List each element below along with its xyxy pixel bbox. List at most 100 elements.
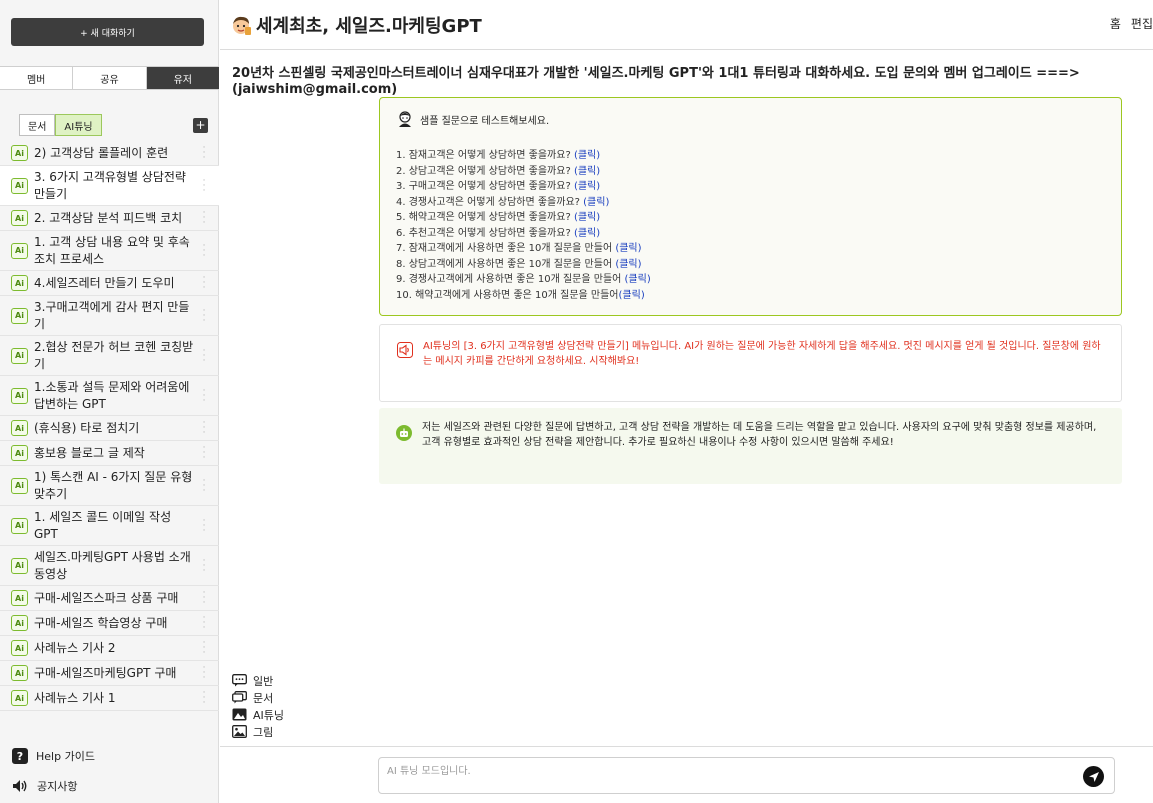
- question-click-link[interactable]: (클릭): [615, 243, 641, 254]
- ai-icon: Ai: [11, 275, 28, 291]
- megaphone-icon: [397, 342, 413, 358]
- assistant-message-text: 저는 세일즈와 관련된 다양한 질문에 답변하고, 고객 상담 전략을 개발하는…: [422, 422, 1097, 448]
- mode-ai-tuning[interactable]: AI튜닝: [232, 706, 284, 723]
- sidebar-item[interactable]: Ai 2. 고객상담 분석 피드백 코치 · · ·: [0, 206, 219, 231]
- question-click-link[interactable]: (클릭): [574, 150, 600, 161]
- more-options-icon[interactable]: · · ·: [201, 556, 207, 575]
- notice-link[interactable]: 공지사항: [12, 778, 77, 794]
- tab-share[interactable]: 공유: [73, 67, 147, 89]
- sidebar-item-label: 2) 고객상담 롤플레이 훈련: [34, 145, 169, 160]
- sidebar-item-label: 구매-세일즈마케팅GPT 구매: [34, 665, 177, 680]
- more-options-icon[interactable]: · · ·: [201, 614, 207, 633]
- app-title: 세계최초, 세일즈.마케팅GPT: [256, 16, 482, 37]
- sidebar-item[interactable]: Ai 4.세일즈레터 만들기 도우미 · · ·: [0, 271, 219, 296]
- question-click-link[interactable]: (클릭): [574, 228, 600, 239]
- question-text: 7. 잠재고객에게 사용하면 좋은 10개 질문을 만들어: [396, 243, 613, 254]
- mode-label: AI튜닝: [253, 708, 285, 722]
- more-options-icon[interactable]: · · ·: [201, 386, 207, 405]
- sidebar-item[interactable]: Ai 구매-세일즈 학습영상 구매 · · ·: [0, 611, 219, 636]
- notice-label: 공지사항: [37, 780, 78, 793]
- tab-member[interactable]: 멤버: [0, 67, 74, 89]
- more-options-icon[interactable]: · · ·: [201, 444, 207, 463]
- sidebar-item-label: 사례뉴스 기사 1: [34, 690, 116, 705]
- question-text: 2. 상담고객은 어떻게 상담하면 좋을까요?: [396, 165, 571, 177]
- question-click-link[interactable]: (클릭): [583, 197, 609, 208]
- subtab-ai-tuning[interactable]: AI튜닝: [55, 114, 102, 136]
- ai-icon: Ai: [11, 307, 28, 324]
- help-guide-link[interactable]: ? Help 가이드: [12, 748, 95, 764]
- more-options-icon[interactable]: · · ·: [201, 419, 207, 438]
- more-options-icon[interactable]: · · ·: [201, 664, 207, 683]
- more-options-icon[interactable]: · · ·: [201, 346, 207, 365]
- sidebar-item-label: (휴식용) 타로 점치기: [34, 420, 140, 435]
- ai-icon: Ai: [11, 517, 28, 534]
- assistant-message: 저는 세일즈와 관련된 다양한 질문에 답변하고, 고객 상담 전략을 개발하는…: [379, 408, 1122, 484]
- character-logo-icon: [233, 16, 251, 35]
- sidebar-item-selected[interactable]: Ai 3. 6가지 고객유형별 상담전략 만들기 · · ·: [0, 166, 219, 206]
- question-text: 5. 해약고객은 어떻게 상담하면 좋을까요?: [396, 212, 571, 223]
- sidebar-item[interactable]: Ai 1. 세일즈 콜드 이메일 작성 GPT · · ·: [0, 506, 219, 546]
- sidebar-item-label: 세일즈.마케팅GPT 사용법 소개 동영상: [34, 549, 191, 581]
- help-guide-label: Help 가이드: [36, 750, 95, 763]
- chat-bubble-icon: [232, 674, 247, 687]
- sidebar-item[interactable]: Ai 1.소통과 설득 문제와 어려움에 답변하는 GPT · · ·: [0, 376, 219, 416]
- send-icon: [1088, 771, 1099, 782]
- ai-tuning-icon: [232, 708, 247, 721]
- sample-question: 4. 경쟁사고객은 어떻게 상담하면 좋을까요? (클릭): [396, 195, 1105, 211]
- question-click-link[interactable]: (클릭): [615, 259, 641, 270]
- sidebar-item[interactable]: Ai (휴식용) 타로 점치기 · · ·: [0, 416, 219, 441]
- more-options-icon[interactable]: · · ·: [201, 589, 207, 608]
- ai-icon: Ai: [11, 347, 28, 364]
- subtab-documents[interactable]: 문서: [19, 114, 56, 136]
- mode-general[interactable]: 일반: [232, 672, 284, 689]
- more-options-icon[interactable]: · · ·: [201, 306, 207, 325]
- mode-documents[interactable]: 문서: [232, 689, 284, 706]
- more-options-icon[interactable]: · · ·: [201, 476, 207, 495]
- sidebar-item[interactable]: Ai 1. 고객 상담 내용 요약 및 후속 조치 프로세스 · · ·: [0, 231, 219, 271]
- more-options-icon[interactable]: · · ·: [201, 516, 207, 535]
- sidebar-list: Ai 2) 고객상담 롤플레이 훈련 · · · Ai 3. 6가지 고객유형별 상담전략…: [0, 141, 219, 711]
- add-item-button[interactable]: +: [193, 118, 208, 133]
- edit-link[interactable]: 편집: [1131, 15, 1153, 32]
- message-input[interactable]: [387, 764, 1067, 778]
- sidebar-item[interactable]: Ai 홍보용 블로그 글 제작 · · ·: [0, 441, 219, 466]
- ai-icon: Ai: [11, 177, 28, 194]
- sidebar-item-label: 1) 톡스캔 AI - 6가지 질문 유형 맞추기: [34, 469, 193, 501]
- question-click-link[interactable]: (클릭): [574, 166, 600, 177]
- more-options-icon[interactable]: · · ·: [201, 639, 207, 658]
- mode-image[interactable]: 그림: [232, 723, 284, 740]
- sample-questions-card: 샘플 질문으로 테스트해보세요. 1. 잠재고객은 어떻게 상담하면 좋을까요?…: [379, 97, 1122, 316]
- new-chat-button[interactable]: + 새 대화하기: [11, 18, 204, 46]
- sidebar-item[interactable]: Ai 구매-세일즈스파크 상품 구매 · · ·: [0, 586, 219, 611]
- more-options-icon[interactable]: · · ·: [201, 209, 207, 228]
- sidebar-item[interactable]: Ai 1) 톡스캔 AI - 6가지 질문 유형 맞추기 · · ·: [0, 466, 219, 506]
- question-click-link[interactable]: (클릭): [574, 212, 600, 223]
- question-click-link[interactable]: (클릭): [574, 181, 600, 192]
- more-options-icon[interactable]: · · ·: [201, 689, 207, 708]
- more-options-icon[interactable]: · · ·: [201, 176, 207, 195]
- sidebar-item[interactable]: Ai 사례뉴스 기사 2 · · ·: [0, 636, 219, 661]
- sample-question: 1. 잠재고객은 어떻게 상담하면 좋을까요? (클릭): [396, 148, 1105, 164]
- sidebar-item-label: 구매-세일즈스파크 상품 구매: [34, 590, 179, 605]
- brand[interactable]: 세계최초, 세일즈.마케팅GPT: [230, 12, 482, 38]
- home-link[interactable]: 홈: [1110, 15, 1121, 32]
- sidebar-item[interactable]: Ai 구매-세일즈마케팅GPT 구매 · · ·: [0, 661, 219, 686]
- notice-message-text: AI튜닝의 [3. 6가지 고객유형별 상담전략 만들기] 메뉴입니다. AI가…: [423, 341, 1101, 367]
- sidebar-item[interactable]: Ai 3.구매고객에게 감사 편지 만들기 · · ·: [0, 296, 219, 336]
- tab-user[interactable]: 유저: [146, 67, 219, 89]
- image-icon: [232, 725, 247, 738]
- sidebar-item[interactable]: Ai 사례뉴스 기사 1 · · ·: [0, 686, 219, 711]
- sidebar-item[interactable]: Ai 2) 고객상담 롤플레이 훈련 · · ·: [0, 141, 219, 166]
- question-click-link[interactable]: (클릭): [625, 274, 651, 285]
- header: 세계최초, 세일즈.마케팅GPT 홈 편집: [220, 0, 1153, 50]
- question-click-link[interactable]: (클릭): [619, 290, 645, 301]
- more-options-icon[interactable]: · · ·: [201, 144, 207, 163]
- question-text: 6. 추천고객은 어떻게 상담하면 좋을까요?: [396, 227, 571, 239]
- more-options-icon[interactable]: · · ·: [201, 274, 207, 293]
- ai-icon: Ai: [11, 640, 28, 656]
- sample-question: 2. 상담고객은 어떻게 상담하면 좋을까요? (클릭): [396, 164, 1105, 180]
- sidebar-item[interactable]: Ai 2.협상 전문가 허브 코헨 코칭받기 · · ·: [0, 336, 219, 376]
- sidebar-item[interactable]: Ai 세일즈.마케팅GPT 사용법 소개 동영상 · · ·: [0, 546, 219, 586]
- send-button[interactable]: [1083, 766, 1104, 787]
- more-options-icon[interactable]: · · ·: [201, 241, 207, 260]
